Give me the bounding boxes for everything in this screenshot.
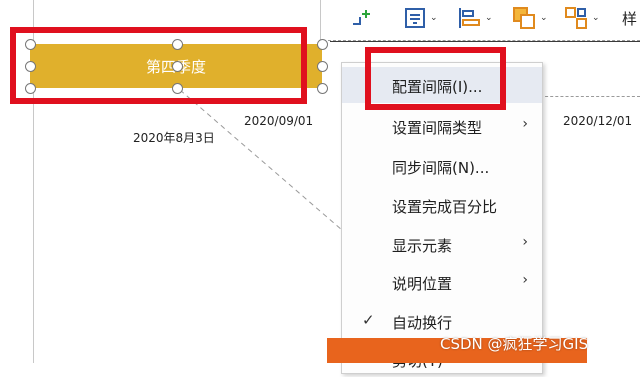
tick-label-sep: 2020/09/01 <box>244 114 314 128</box>
menu-item-label: 设置完成百分比 <box>392 198 498 216</box>
add-element-icon <box>353 10 370 25</box>
align-text-button[interactable]: ⌄ <box>404 4 438 32</box>
chevron-right-icon: › <box>522 234 528 250</box>
chevron-down-icon: ⌄ <box>485 13 493 23</box>
arrange-button[interactable]: ⌄ <box>512 4 548 32</box>
watermark: CSDN @疯狂学习GIS <box>440 335 589 353</box>
chevron-down-icon: ⌄ <box>540 13 548 23</box>
menu-item-show-elements[interactable]: 显示元素 › <box>342 226 542 262</box>
menu-item-label: 说明位置 <box>392 275 453 293</box>
align-left-icon <box>459 8 480 28</box>
chevron-right-icon: › <box>522 116 528 132</box>
align-left-button[interactable]: ⌄ <box>457 4 493 32</box>
menu-item-label: 自动换行 <box>392 314 453 332</box>
styles-button[interactable]: 样 <box>622 4 637 32</box>
menu-item-label: 同步间隔(N)... <box>392 159 490 177</box>
timeline-guide-line <box>320 0 321 40</box>
date-label: 2020年8月3日 <box>133 131 215 145</box>
chevron-down-icon: ⌄ <box>430 13 438 23</box>
connector-line <box>180 90 343 231</box>
group-icon <box>565 7 587 29</box>
menu-item-label: 设置间隔类型 <box>392 119 483 137</box>
arrange-icon <box>513 7 535 29</box>
resize-handle-bottom-right[interactable] <box>317 83 328 94</box>
group-button[interactable]: ⌄ <box>564 4 600 32</box>
menu-item-set-percent-complete[interactable]: 设置完成百分比 <box>342 187 542 223</box>
add-element-button[interactable] <box>350 4 374 32</box>
resize-handle-top-right[interactable] <box>317 39 328 50</box>
chevron-right-icon: › <box>522 272 528 288</box>
menu-item-caption-position[interactable]: 说明位置 › <box>342 264 542 300</box>
check-icon: ✓ <box>362 311 375 329</box>
menu-item-sync-interval[interactable]: 同步间隔(N)... <box>342 148 542 184</box>
chevron-down-icon: ⌄ <box>592 13 600 23</box>
tick-label-dec: 2020/12/01 <box>563 114 633 128</box>
highlight-box-menu-item <box>365 47 506 110</box>
highlight-box-interval <box>10 27 307 104</box>
menu-item-label: 显示元素 <box>392 237 453 255</box>
timeline-axis-solid <box>330 41 640 42</box>
resize-handle-right[interactable] <box>317 61 328 72</box>
menu-item-set-interval-type[interactable]: 设置间隔类型 › <box>342 108 542 144</box>
timeline-axis-lower <box>540 96 640 97</box>
align-text-icon <box>405 8 425 28</box>
